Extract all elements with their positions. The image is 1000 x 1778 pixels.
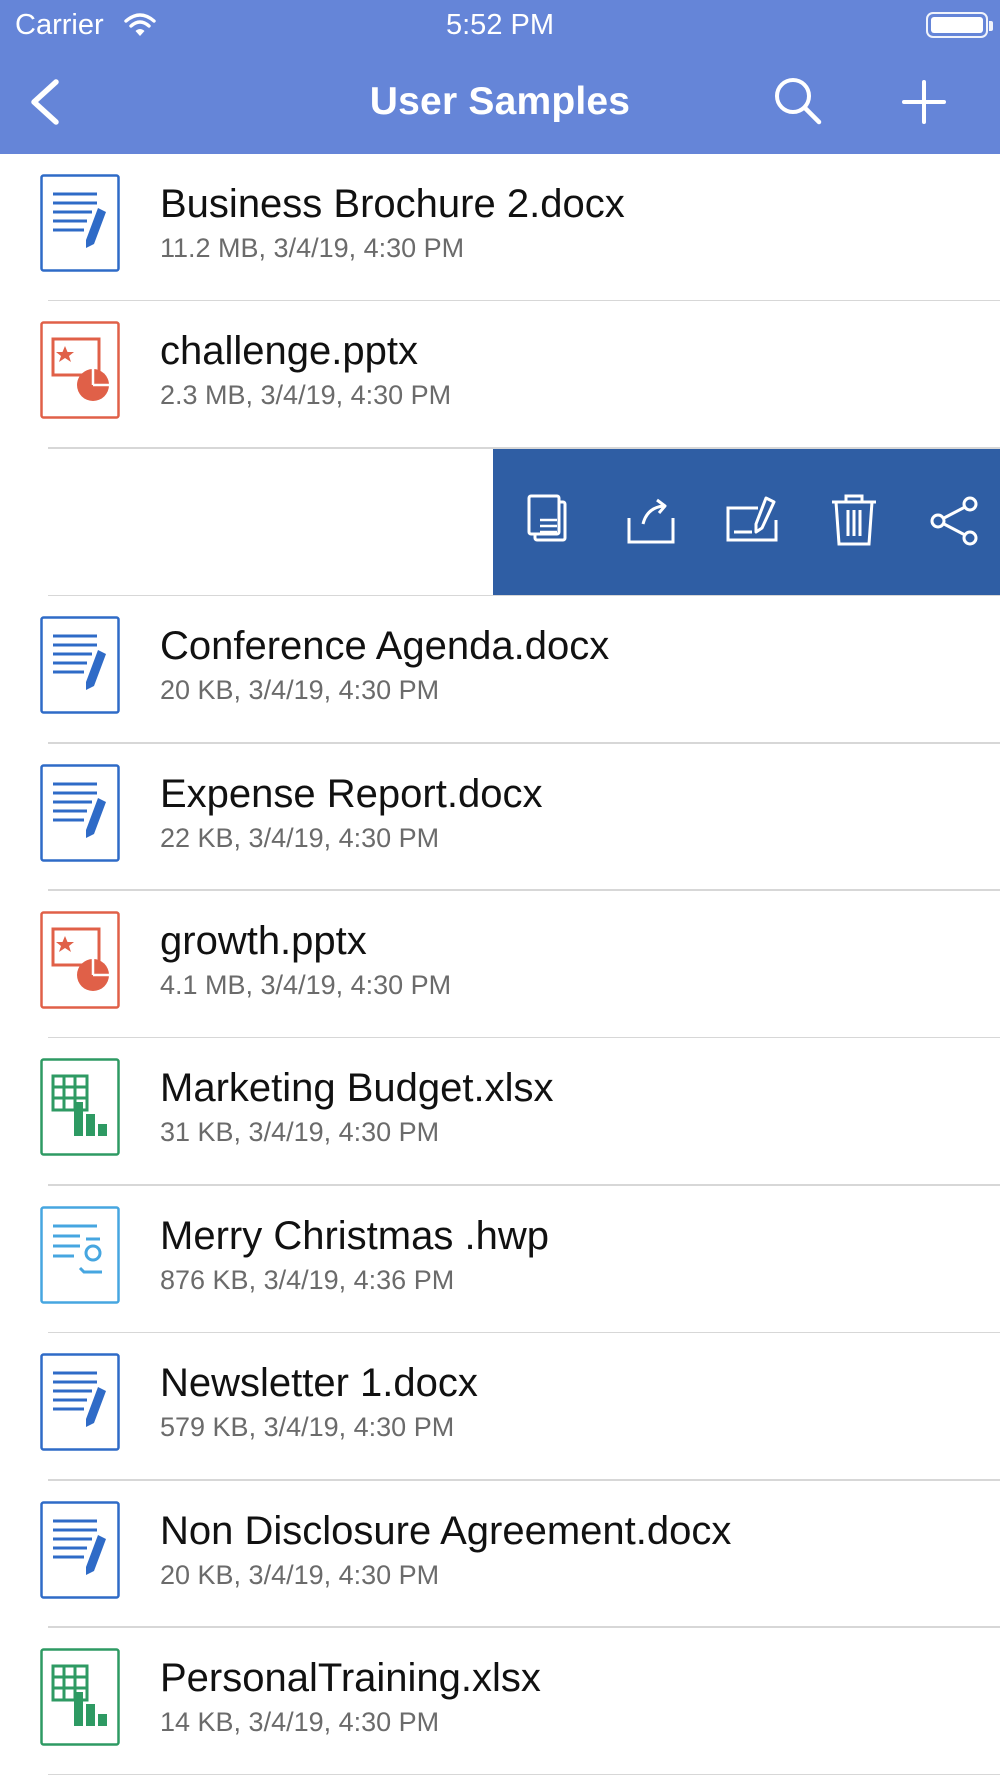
file-row[interactable]: Merry Christmas .hwp 876 KB, 3/4/19, 4:36… — [0, 1185, 1000, 1334]
status-time: 5:52 PM — [446, 9, 554, 41]
file-meta: 20 KB, 3/4/19, 4:30 PM — [160, 1559, 440, 1590]
file-name: growth.pptx — [160, 918, 367, 963]
file-row[interactable]: Newsletter 1.docx 579 KB, 3/4/19, 4:30 PM — [0, 1333, 1000, 1481]
file-name: Newsletter 1.docx — [160, 1361, 478, 1406]
file-meta: 4.1 MB, 3/4/19, 4:30 PM — [160, 969, 452, 1000]
header: Carrier 5:52 PM User Samples — [0, 0, 1000, 154]
file-name: challenge.pptx — [160, 329, 418, 374]
status-bar: Carrier 5:52 PM — [0, 0, 1000, 50]
file-name: PersonalTraining.xlsx — [160, 1655, 541, 1700]
xlsx-file-icon — [40, 1648, 120, 1746]
file-row[interactable]: Conference Agenda.docx 20 KB, 3/4/19, 4:3… — [0, 596, 1000, 744]
rename-action-button[interactable] — [722, 490, 782, 550]
file-row[interactable]: growth.pptx 4.1 MB, 3/4/19, 4:30 PM — [0, 890, 1000, 1039]
swipe-action-bar — [493, 448, 1000, 595]
file-meta: 22 KB, 3/4/19, 4:30 PM — [160, 822, 440, 853]
battery-icon — [926, 12, 993, 38]
file-row[interactable]: PersonalTraining.xlsx 14 KB, 3/4/19, 4:30… — [0, 1627, 1000, 1776]
hwp-file-icon — [40, 1205, 120, 1304]
docx-file-icon — [40, 763, 120, 862]
file-name: Marketing Budget.xlsx — [160, 1066, 554, 1111]
docx-file-icon — [40, 174, 120, 272]
file-row[interactable]: Non Disclosure Agreement.docx 20 KB, 3/4/… — [0, 1480, 1000, 1628]
file-name: Conference Agenda.docx — [160, 624, 610, 669]
navigation-bar: User Samples — [0, 50, 1000, 154]
pptx-file-icon — [40, 321, 120, 420]
export-icon — [621, 498, 681, 554]
search-icon — [775, 78, 822, 125]
file-name: Business Brochure 2.docx — [160, 182, 625, 226]
file-meta: 20 KB, 3/4/19, 4:30 PM — [160, 675, 440, 706]
file-row[interactable]: Expense Report.docx 22 KB, 3/4/19, 4:30 P… — [0, 743, 1000, 891]
search-button[interactable] — [770, 74, 826, 130]
xlsx-file-icon — [40, 1058, 120, 1157]
trash-icon — [824, 494, 884, 554]
docx-file-icon — [40, 616, 120, 714]
file-meta: 31 KB, 3/4/19, 4:30 PM — [160, 1117, 440, 1148]
file-meta: 579 KB, 3/4/19, 4:30 PM — [160, 1412, 455, 1443]
docx-file-icon — [40, 1500, 120, 1599]
share-action-button[interactable] — [925, 490, 985, 550]
file-meta: 876 KB, 3/4/19, 4:36 PM — [160, 1264, 455, 1295]
file-meta: 14 KB, 3/4/19, 4:30 PM — [160, 1706, 440, 1737]
share-icon — [925, 496, 985, 554]
file-meta: 11.2 MB, 3/4/19, 4:30 PM — [160, 233, 465, 263]
pptx-file-icon — [40, 911, 120, 1009]
copy-icon — [519, 494, 579, 554]
docx-file-icon — [40, 1353, 120, 1451]
trash-action-button[interactable] — [824, 490, 884, 550]
file-name: Expense Report.docx — [160, 771, 543, 816]
row-divider — [48, 1773, 1000, 1776]
app: Carrier 5:52 PM User Samples Business Br… — [0, 0, 1000, 1778]
export-action-button[interactable] — [621, 490, 681, 550]
rename-icon — [722, 496, 782, 554]
file-row[interactable]: Business Brochure 2.docx 11.2 MB, 3/4/19,… — [0, 154, 1000, 302]
file-meta: 2.3 MB, 3/4/19, 4:30 PM — [160, 380, 452, 411]
plus-icon — [902, 80, 946, 124]
file-list: Business Brochure 2.docx 11.2 MB, 3/4/19,… — [0, 154, 1000, 1776]
swipe-action-row — [0, 448, 1000, 597]
add-button[interactable] — [896, 74, 952, 130]
file-name: Merry Christmas .hwp — [160, 1213, 549, 1258]
copy-action-button[interactable] — [519, 490, 579, 550]
page-title: User Samples — [369, 80, 631, 123]
file-name: Non Disclosure Agreement.docx — [160, 1508, 732, 1553]
file-row[interactable]: challenge.pptx 2.3 MB, 3/4/19, 4:30 PM — [0, 301, 1000, 449]
file-row[interactable]: Marketing Budget.xlsx 31 KB, 3/4/19, 4:30… — [0, 1038, 1000, 1186]
